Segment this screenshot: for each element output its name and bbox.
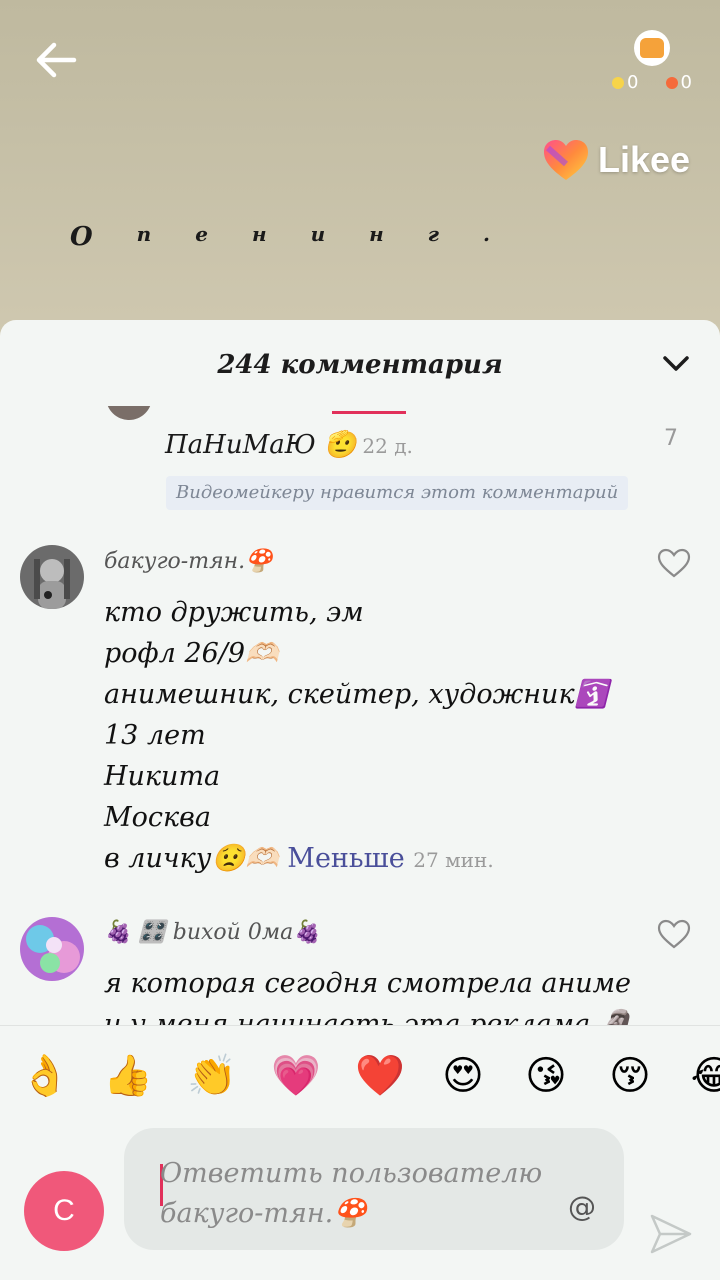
reply-placeholder: Ответить пользователю бакуго-тян.🍄 — [160, 1158, 543, 1229]
avatar[interactable] — [20, 917, 84, 981]
chevron-down-icon[interactable] — [660, 350, 692, 376]
reply-avatar[interactable] — [106, 406, 152, 420]
comment-text: кто дружить, эм рофл 26/9🫶🏻 анимешник, с… — [104, 597, 609, 874]
fire-stat: 0 — [665, 72, 692, 93]
likee-logo: Likee — [542, 138, 690, 182]
laughing-emoji[interactable]: 😂 — [690, 1052, 720, 1100]
likee-heart-icon — [544, 140, 588, 180]
heart-eyes-emoji[interactable]: 😍 — [439, 1052, 487, 1100]
comment-author[interactable]: 🍇 🎛️ bихой 0ма🍇 — [104, 920, 321, 945]
red-heart-emoji[interactable]: ❤️ — [355, 1052, 405, 1100]
highlight-underline — [332, 411, 406, 414]
send-icon[interactable] — [646, 1210, 694, 1258]
avatar[interactable] — [20, 545, 84, 609]
reply-input[interactable]: Ответить пользователю бакуго-тян.🍄 @ — [124, 1128, 624, 1250]
kissing-smile-emoji[interactable]: 😚 — [606, 1052, 654, 1100]
creator-avatar[interactable] — [634, 30, 670, 66]
coin-icon — [612, 76, 624, 89]
quick-reaction-row: 👌 👍 👏 💗 ❤️ 😍 😘 😚 😂 — [0, 1052, 720, 1112]
back-arrow-icon[interactable] — [30, 34, 82, 86]
sparkling-heart-emoji[interactable]: 💗 — [271, 1052, 321, 1100]
fire-icon — [665, 76, 678, 89]
heart-icon[interactable] — [656, 918, 692, 950]
clapping-emoji[interactable]: 👏 — [187, 1052, 237, 1100]
gems-stat: 0 — [612, 72, 638, 93]
reply-bar: 👌 👍 👏 💗 ❤️ 😍 😘 😚 😂 C Ответить пользовате… — [0, 1025, 720, 1280]
comments-count-title: 244 комментария — [217, 350, 503, 380]
video-caption: О п е н и н г . — [70, 222, 490, 252]
creator-liked-badge: Видеомейкеру нравится этот комментарий — [166, 476, 629, 510]
my-avatar[interactable]: C — [24, 1171, 104, 1251]
creator-stats[interactable]: 0 0 — [612, 30, 692, 100]
thumbs-up-emoji[interactable]: 👍 — [103, 1052, 153, 1100]
show-less-link[interactable]: Меньше — [287, 843, 404, 874]
reply-like-count: 7 — [664, 426, 678, 451]
reply-comment[interactable]: ПаНиМаЮ 🫡 22 д. — [165, 430, 413, 460]
kiss-emoji[interactable]: 😘 — [522, 1052, 570, 1100]
video-background[interactable]: 0 0 Likee О п е н и н г . — [0, 0, 720, 340]
comment-time: 27 мин. — [413, 848, 494, 872]
mention-at-button[interactable]: @ — [568, 1190, 596, 1223]
comment-author[interactable]: бакуго-тян.🍄 — [104, 549, 273, 574]
ok-hand-emoji[interactable]: 👌 — [20, 1052, 70, 1100]
heart-icon[interactable] — [656, 547, 692, 579]
